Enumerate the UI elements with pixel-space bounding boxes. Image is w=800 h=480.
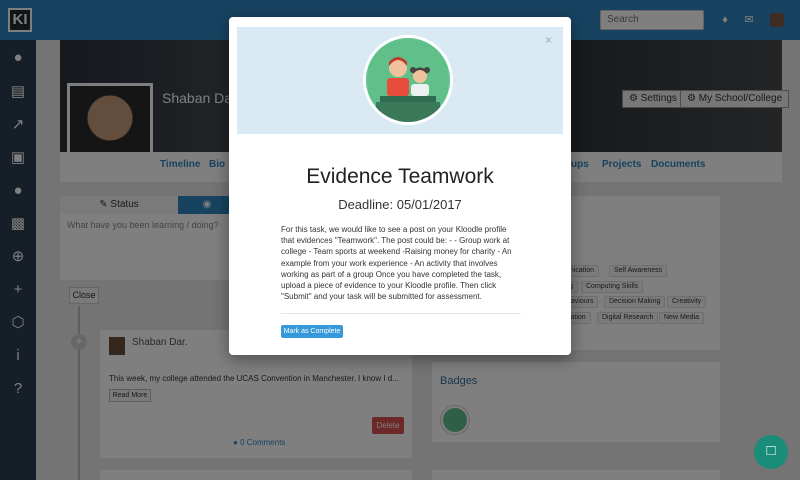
- chat-icon[interactable]: □: [754, 435, 788, 469]
- modal-banner: [237, 27, 563, 134]
- modal-title: Evidence Teamwork: [306, 165, 494, 188]
- modal-divider: [281, 313, 521, 314]
- modal-close-icon[interactable]: ×: [545, 33, 552, 47]
- modal-deadline: Deadline: 05/01/2017: [338, 197, 462, 212]
- mark-complete-button[interactable]: Mark as Complete: [281, 325, 343, 338]
- modal-description: For this task, we would like to see a po…: [281, 225, 512, 302]
- task-modal: × Evidence Teamwork Deadline: 05/01/2017…: [229, 17, 571, 355]
- teamwork-illustration-icon: [363, 35, 453, 125]
